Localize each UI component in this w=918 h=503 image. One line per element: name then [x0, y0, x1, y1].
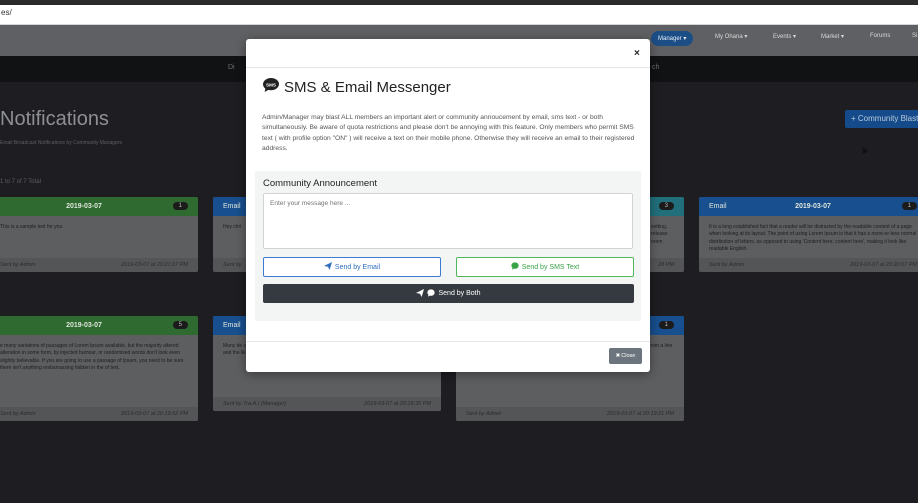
card-count-badge: 1 — [172, 202, 188, 210]
card-time: 2019-03-07 at 20:19:21 PM — [607, 411, 674, 417]
address-bar[interactable]: es/ — [0, 5, 918, 25]
send-by-email-button[interactable]: Send by Email — [263, 257, 441, 277]
send-by-email-label: Send by Email — [334, 263, 381, 271]
close-x-icon: ✖ — [615, 353, 621, 359]
svg-text:SMS: SMS — [266, 82, 276, 87]
modal-close-label: Close — [621, 353, 636, 359]
mouse-cursor-icon — [859, 145, 869, 154]
card-sender: Sent by Admin — [466, 411, 502, 417]
nav-events[interactable]: Events ▾ — [773, 33, 796, 40]
chat-bubble-icon — [427, 288, 436, 299]
nav-market[interactable]: Market ▾ — [821, 33, 844, 40]
nav-signin[interactable]: Si — [912, 33, 917, 39]
notification-card[interactable]: Email 2019-03-07 1 It is a long establishe… — [699, 197, 918, 272]
paper-plane-icon — [416, 288, 425, 299]
paper-plane-icon — [323, 262, 332, 272]
send-by-sms-label: Send by SMS Text — [521, 263, 580, 271]
send-by-both-label: Send by Both — [438, 290, 481, 297]
subbar-item-left[interactable]: Di — [228, 64, 235, 71]
modal-description: Admin/Manager may blast ALL members an i… — [262, 114, 635, 153]
card-type: Email — [223, 322, 241, 329]
message-textarea[interactable] — [263, 193, 633, 249]
announcement-label: Community Announcement — [263, 178, 378, 189]
community-blast-button[interactable]: + Community Blast — [845, 110, 918, 128]
nav-my-ohana[interactable]: My Ohana ▾ — [715, 33, 747, 40]
card-date: 2019-03-07 — [66, 203, 102, 210]
announcement-form: Community Announcement Send by Email Sen… — [255, 171, 641, 321]
card-count-badge: 1 — [658, 321, 674, 329]
card-type: Email — [223, 203, 241, 210]
card-time: 2019-03-07 at 20:20:07 PM — [850, 262, 917, 268]
page-title: Notifications — [0, 108, 109, 130]
send-by-sms-button[interactable]: Send by SMS Text — [456, 257, 634, 277]
card-time: 28 PM — [658, 262, 674, 268]
modal-title-text: SMS & Email Messenger — [284, 78, 451, 96]
card-time: 2019-03-07 at 20:19:52 PM — [121, 411, 188, 417]
card-body: This is a sample text for you — [0, 224, 63, 230]
subbar-item-right[interactable]: ch — [652, 64, 659, 71]
card-body: e many variations of passages of Lorem I… — [0, 343, 184, 371]
card-sender: Sent by — [223, 262, 242, 268]
address-bar-url: es/ — [1, 8, 12, 17]
card-time: 2019-03-07 at 20:21:07 PM — [121, 262, 188, 268]
card-sender: Sent by Admin — [0, 411, 36, 417]
modal-header-divider — [246, 67, 650, 68]
chat-bubble-icon — [511, 262, 519, 272]
nav-manager[interactable]: Manager ▾ — [651, 31, 694, 46]
card-count-badge: 1 — [901, 202, 917, 210]
modal-title: SMS SMS & Email Messenger — [262, 77, 451, 97]
card-body: It is a long established fact that a rea… — [709, 224, 917, 252]
page-subtitle: Email Broadcast Notifications by Communi… — [0, 140, 122, 146]
card-count-badge: 5 — [172, 321, 188, 329]
card-count-badge: 3 — [658, 202, 674, 210]
card-sender: Sent by Admin — [0, 262, 36, 268]
card-sender: Sent by Tra.A.I (Manager) — [223, 401, 287, 407]
card-sender: Sent by Admin — [709, 262, 745, 268]
send-by-both-button[interactable]: Send by Both — [263, 284, 634, 303]
modal-close-icon[interactable]: × — [634, 48, 640, 59]
notification-card[interactable]: 2019-03-07 5 e many variations of passage… — [0, 316, 198, 421]
nav-forums[interactable]: Forums — [870, 33, 890, 39]
card-date: 2019-03-07 — [66, 322, 102, 329]
modal-close-button[interactable]: ✖ Close — [609, 348, 642, 364]
sms-email-messenger-modal: × SMS SMS & Email Messenger Admin/Manage… — [246, 39, 650, 372]
card-time: 2019-03-07 at 20:19:35 PM — [364, 401, 431, 407]
notification-card[interactable]: 2019-03-07 1 This is a sample text for yo… — [0, 197, 198, 272]
sms-chat-icon: SMS — [262, 77, 280, 97]
result-count: 1 to 7 of 7 Total — [0, 179, 41, 185]
card-date: 2019-03-07 — [795, 203, 831, 210]
modal-footer-divider — [246, 341, 650, 342]
